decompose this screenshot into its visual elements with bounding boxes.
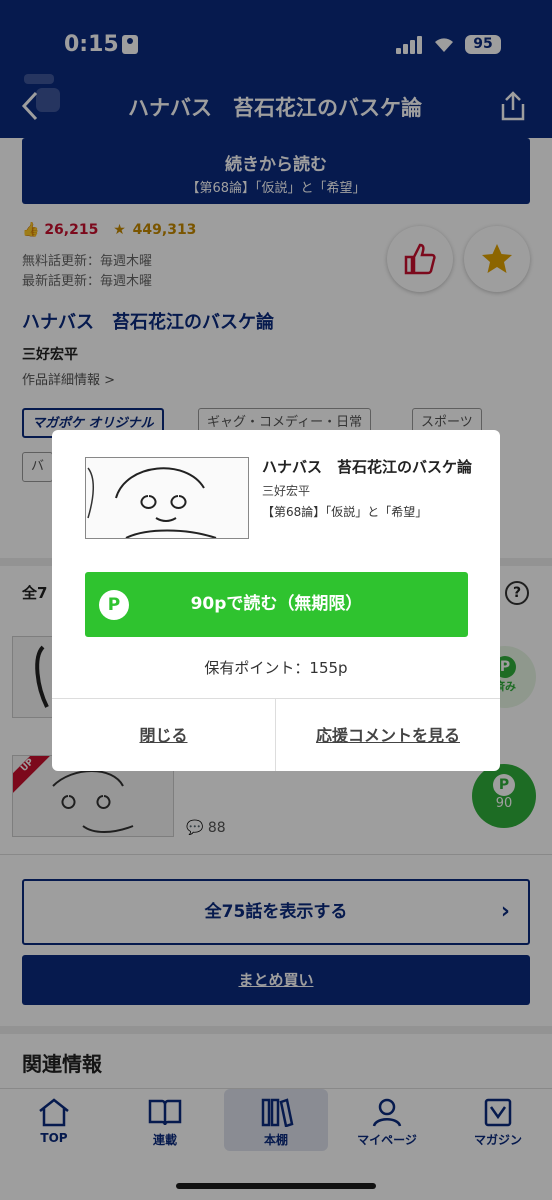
modal-work-title: ハナバス 苔石花江のバスケ論 <box>262 458 473 476</box>
read-button-label: 90pで読む（無期限） <box>190 594 363 614</box>
purchase-modal: ハナバス 苔石花江のバスケ論 三好宏平 【第68論】「仮説」と「希望」 P 90… <box>52 430 500 771</box>
modal-episode-thumbnail <box>85 457 249 539</box>
close-button[interactable]: 閉じる <box>52 699 276 771</box>
modal-footer: 閉じる 応援コメントを見る <box>52 698 500 771</box>
read-with-points-button[interactable]: P 90pで読む（無期限） <box>85 572 468 637</box>
modal-episode-title: 【第68論】「仮説」と「希望」 <box>262 505 428 519</box>
home-indicator <box>176 1183 376 1189</box>
modal-author: 三好宏平 <box>262 484 311 498</box>
view-comments-button[interactable]: 応援コメントを見る <box>276 699 500 771</box>
points-held: 保有ポイント：155p <box>204 659 348 677</box>
